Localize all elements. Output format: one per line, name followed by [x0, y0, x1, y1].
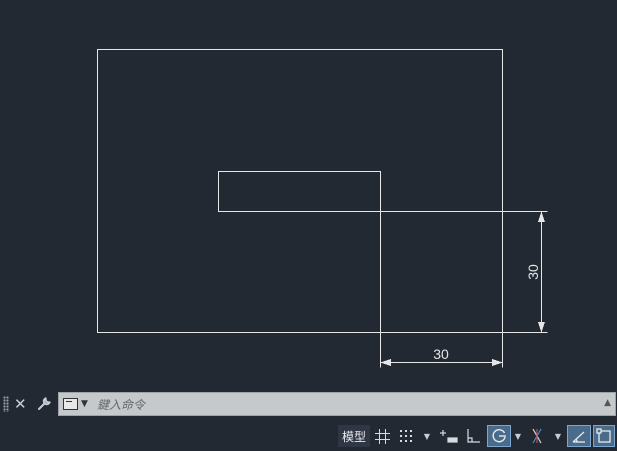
- isodraft-icon[interactable]: [526, 425, 548, 447]
- grid-icon[interactable]: [372, 425, 392, 447]
- close-icon[interactable]: ✕: [14, 389, 27, 419]
- command-prompt-icon[interactable]: [63, 398, 78, 410]
- command-line-bar: ✕ ▼ ▲: [0, 389, 617, 419]
- inner-rectangle[interactable]: [218, 171, 381, 212]
- infer-constraints-icon[interactable]: [438, 425, 460, 447]
- status-bar: 模型 ▼ ▼ ▼: [0, 422, 617, 451]
- dim-vertical-text: 30: [525, 264, 541, 280]
- chevron-down-icon[interactable]: ▼: [81, 399, 88, 409]
- snap-dropdown-icon[interactable]: ▼: [422, 425, 432, 447]
- polar-tracking-icon[interactable]: [487, 425, 511, 447]
- chevron-up-icon[interactable]: ▲: [604, 398, 611, 408]
- dynamic-ucs-icon[interactable]: [567, 425, 591, 447]
- polar-dropdown-icon[interactable]: ▼: [513, 425, 523, 447]
- dim-horizontal-text: 30: [433, 346, 449, 362]
- drag-handle-icon[interactable]: [3, 396, 9, 412]
- selection-cycling-icon[interactable]: [593, 425, 615, 447]
- outer-rectangle[interactable]: [97, 49, 503, 333]
- ortho-icon[interactable]: [463, 425, 483, 447]
- wrench-icon[interactable]: [36, 389, 52, 422]
- drawing-canvas[interactable]: 30 30: [0, 0, 617, 388]
- snap-icon[interactable]: [396, 425, 416, 447]
- isodraft-dropdown-icon[interactable]: ▼: [553, 425, 563, 447]
- command-input-box[interactable]: ▼ ▲: [58, 392, 616, 416]
- command-input[interactable]: [95, 394, 599, 416]
- model-tab[interactable]: 模型: [338, 425, 370, 447]
